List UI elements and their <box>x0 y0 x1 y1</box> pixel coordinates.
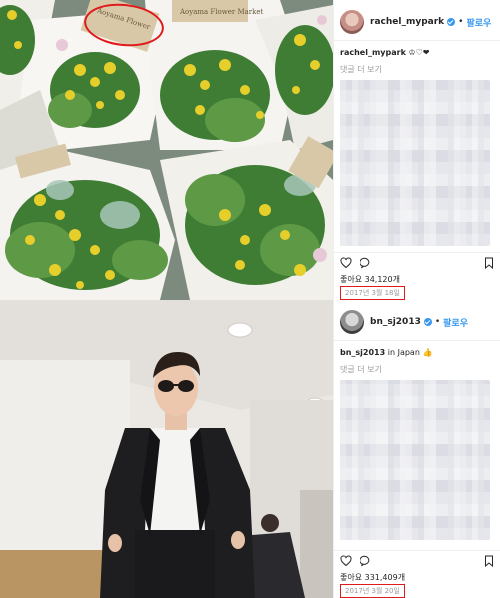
post-1-likes[interactable]: 좋아요 34,120개 <box>340 274 400 285</box>
caption-username[interactable]: rachel_mypark <box>340 48 406 57</box>
post-1-header: rachel_mypark • 팔로우 <box>340 8 500 36</box>
separator-dot: • <box>458 17 464 27</box>
post-1-caption: rachel_mypark ♔♡❤ <box>340 48 429 57</box>
view-more-comments-link[interactable]: 댓글 더 보기 <box>340 64 382 75</box>
divider <box>334 40 500 41</box>
post-2-caption: bn_sj2013 in Japan 👍 <box>340 348 432 357</box>
post-1-photo[interactable]: Aoyama Flower Aoyama Flower Market <box>0 0 333 300</box>
avatar[interactable] <box>340 310 364 334</box>
caption-text: in Japan <box>387 348 420 357</box>
post-2-date: 2017년 3월 20일 <box>340 584 405 598</box>
verified-badge-icon <box>447 18 456 26</box>
follow-button[interactable]: 팔로우 <box>443 316 468 329</box>
post-2-actions <box>340 554 495 568</box>
post-2-header: bn_sj2013 • 팔로우 <box>340 308 500 336</box>
post-2-likes[interactable]: 좋아요 331,409개 <box>340 572 405 583</box>
post-2-username[interactable]: bn_sj2013 <box>370 317 421 327</box>
caption-emoji: ♔♡❤ <box>408 48 430 57</box>
bookmark-icon[interactable] <box>483 555 495 567</box>
caption-emoji: 👍 <box>422 348 433 357</box>
post-1-side-panel: rachel_mypark • 팔로우 rachel_mypark ♔♡❤ 댓글… <box>333 0 500 300</box>
instagram-post-1: Aoyama Flower Aoyama Flower Market rache… <box>0 0 500 300</box>
post-2-photo[interactable] <box>0 300 333 598</box>
blurred-comments <box>340 80 490 246</box>
view-more-comments-link[interactable]: 댓글 더 보기 <box>340 364 382 375</box>
bookmark-icon[interactable] <box>483 257 495 269</box>
man-portrait-image <box>0 300 333 598</box>
divider <box>334 340 500 341</box>
post-2-side-panel: bn_sj2013 • 팔로우 bn_sj2013 in Japan 👍 댓글 … <box>333 300 500 598</box>
comment-icon[interactable] <box>360 555 372 567</box>
instagram-post-2: bn_sj2013 • 팔로우 bn_sj2013 in Japan 👍 댓글 … <box>0 300 500 598</box>
blurred-comments <box>340 380 490 540</box>
post-1-date: 2017년 3월 18일 <box>340 286 405 300</box>
heart-icon[interactable] <box>340 555 352 567</box>
comment-icon[interactable] <box>360 257 372 269</box>
caption-username[interactable]: bn_sj2013 <box>340 348 385 357</box>
avatar[interactable] <box>340 10 364 34</box>
divider <box>334 550 500 551</box>
divider <box>334 252 500 253</box>
verified-badge-icon <box>423 318 432 326</box>
follow-button[interactable]: 팔로우 <box>466 16 491 29</box>
tag-flower-market-text: Aoyama Flower Market <box>179 8 264 16</box>
separator-dot: • <box>434 317 441 327</box>
post-1-actions <box>340 256 495 270</box>
heart-icon[interactable] <box>340 257 352 269</box>
post-1-username[interactable]: rachel_mypark <box>370 17 444 27</box>
flower-bouquets-image: Aoyama Flower Aoyama Flower Market <box>0 0 333 300</box>
